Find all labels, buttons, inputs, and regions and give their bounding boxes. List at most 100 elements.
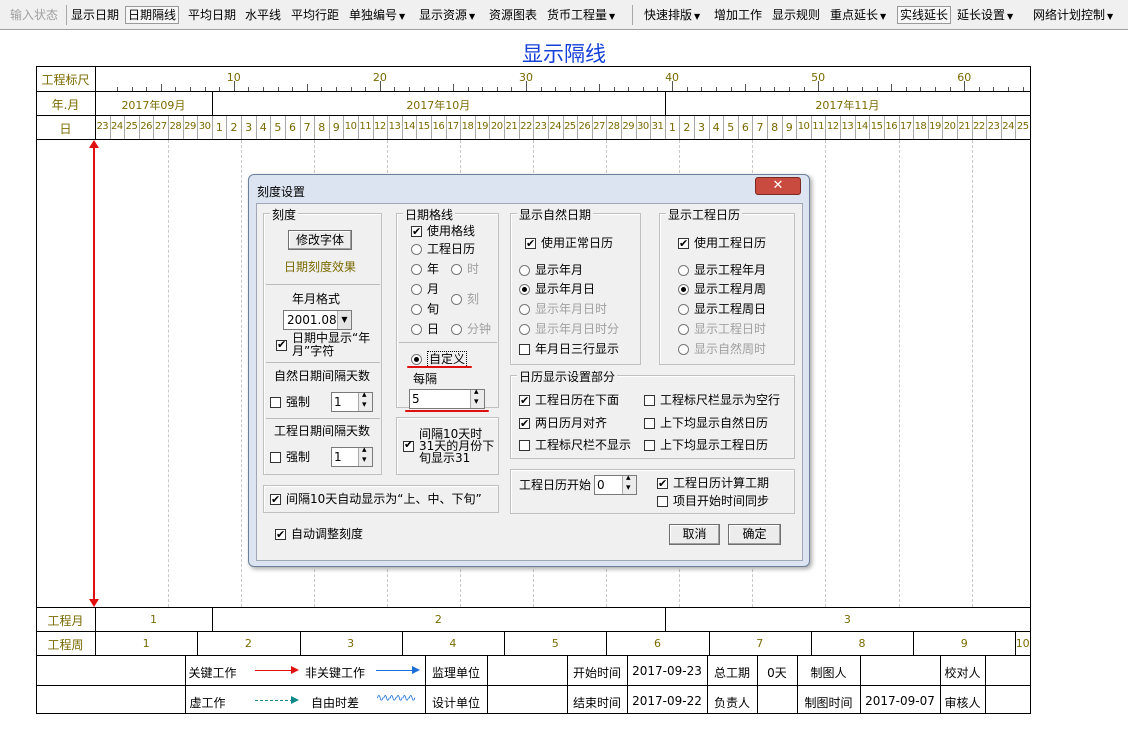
show-eng-yw-radio[interactable]: 显示工程月周	[678, 282, 766, 297]
ruler-minor-tick	[730, 87, 732, 91]
chevron-down-icon: ▼	[399, 12, 406, 21]
use-normal-cal-checkbox[interactable]: 使用正常日历	[525, 236, 613, 251]
ok-button[interactable]: 确定	[728, 524, 781, 545]
average-row-spacing-button[interactable]: 平均行距	[291, 6, 339, 24]
both-natural-checkbox[interactable]: 上下均显示自然日历	[644, 416, 768, 431]
show-ymd-radio[interactable]: 显示年月日	[519, 282, 595, 297]
ruler-minor-tick	[525, 81, 527, 91]
day-divider	[387, 116, 389, 139]
grid-minute-radio[interactable]: 分钟	[451, 322, 491, 337]
checkbox-icon	[403, 439, 414, 452]
single-number-button[interactable]: 单独编号 ▼	[349, 6, 405, 24]
ruler-minor-tick	[482, 87, 484, 91]
ruler-minor-tick	[467, 87, 469, 91]
eng-below-checkbox[interactable]: 工程日历在下面	[519, 393, 619, 408]
show-ymdh-radio[interactable]: 显示年月日时	[519, 302, 607, 317]
day-divider	[737, 116, 739, 139]
ruler-blank-checkbox[interactable]: 工程标尺栏显示为空行	[644, 393, 780, 408]
day-tick: 19	[476, 121, 489, 132]
horizontal-line-button[interactable]: 水平线	[245, 6, 281, 24]
eng-week-label: 6	[653, 637, 661, 650]
natural-force-checkbox[interactable]: 强制	[270, 395, 310, 410]
day-tick: 29	[184, 121, 196, 132]
auto-adjust-label: 自动调整刻度	[291, 527, 364, 541]
grid-xun-radio[interactable]: 旬	[411, 302, 439, 317]
date-gridline-button[interactable]: 日期隔线	[125, 6, 180, 24]
show-rules-button[interactable]: 显示规则	[772, 6, 820, 24]
day-tick: 2	[230, 121, 238, 134]
show-ym-text-checkbox[interactable]: 日期中显示“年月”字符	[276, 332, 376, 358]
modify-font-button[interactable]: 修改字体	[288, 230, 352, 250]
ruler-minor-tick	[759, 87, 761, 91]
day-tick: 18	[461, 121, 474, 132]
eng-start-stepper[interactable]: 0	[594, 473, 637, 495]
radio-icon	[411, 244, 422, 255]
interval31-checkbox[interactable]: 间隔10天时31天的月份下旬显示31	[403, 428, 497, 464]
cancel-button[interactable]: 取消	[669, 524, 720, 545]
use-eng-cal-checkbox[interactable]: 使用工程日历	[678, 236, 766, 251]
grid-day-radio[interactable]: 日	[411, 322, 439, 337]
show-ymdhm-radio[interactable]: 显示年月日时分	[519, 322, 619, 337]
show-ym-radio[interactable]: 显示年月	[519, 263, 583, 278]
show-eng-dh-label: 显示工程日时	[694, 322, 767, 336]
sync-start-checkbox[interactable]: 项目开始时间同步	[657, 494, 769, 509]
grid-year-radio[interactable]: 年	[411, 262, 439, 277]
key-extend-button[interactable]: 重点延长 ▼	[830, 6, 886, 24]
every-stepper[interactable]: 5	[409, 387, 485, 409]
ruler-minor-tick	[861, 87, 863, 91]
both-eng-checkbox[interactable]: 上下均显示工程日历	[644, 438, 768, 453]
show-date-button[interactable]: 显示日期	[71, 6, 119, 24]
ruler-minor-tick	[306, 84, 308, 91]
day-divider	[124, 116, 126, 139]
row-label-month: 年.月	[51, 98, 80, 112]
radio-icon	[678, 265, 689, 276]
stepper-arrows-icon[interactable]	[622, 473, 636, 494]
grid-quarter-radio[interactable]: 刻	[451, 292, 479, 307]
auto-adjust-checkbox[interactable]: 自动调整刻度	[275, 527, 363, 542]
eng-force-checkbox[interactable]: 强制	[270, 450, 310, 465]
xun-auto-checkbox[interactable]: 间隔10天自动显示为“上、中、下旬”	[270, 492, 482, 507]
calc-period-checkbox[interactable]: 工程日历计算工期	[657, 476, 769, 491]
close-button[interactable]: ✕	[755, 177, 801, 195]
date-gridline	[971, 140, 973, 607]
natural-interval-stepper[interactable]: 1	[331, 390, 373, 412]
resource-chart-button[interactable]: 资源图表	[489, 6, 537, 24]
three-rows-checkbox[interactable]: 年月日三行显示	[519, 342, 619, 357]
quick-layout-button[interactable]: 快速排版 ▼	[644, 6, 700, 24]
ruler-minor-tick	[1008, 87, 1010, 91]
grid-hour-radio[interactable]: 时	[451, 262, 479, 277]
radio-icon	[411, 284, 422, 295]
stepper-arrows-icon[interactable]	[358, 390, 372, 411]
solid-extend-button[interactable]: 实线延长	[897, 6, 952, 24]
eng-week-divider	[1015, 632, 1017, 655]
day-divider	[1015, 116, 1017, 139]
show-eng-dh-radio[interactable]: 显示工程日时	[678, 322, 766, 337]
show-eng-wd-radio[interactable]: 显示工程周日	[678, 302, 766, 317]
arrow-down-icon	[89, 599, 99, 607]
grid-eng-cal-radio[interactable]: 工程日历	[411, 242, 475, 257]
grid-month-radio[interactable]: 月	[411, 282, 439, 297]
checkbox-icon	[270, 452, 281, 463]
extend-settings-button[interactable]: 延长设置 ▼	[957, 6, 1013, 24]
ruler-minor-tick	[949, 87, 951, 91]
critical-line-sample	[255, 670, 293, 671]
currency-quantity-button[interactable]: 货币工程量 ▼	[547, 6, 615, 24]
show-nat-wh-radio[interactable]: 显示自然周时	[678, 342, 766, 357]
two-align-label: 两日历月对齐	[535, 416, 608, 430]
show-eng-ym-radio[interactable]: 显示工程年月	[678, 263, 766, 278]
eng-start-label: 工程日历开始	[519, 478, 592, 492]
eng-interval-stepper[interactable]: 1	[331, 445, 373, 467]
day-divider	[577, 116, 579, 139]
input-status-button[interactable]: 输入状态	[10, 6, 58, 24]
network-plan-control-button[interactable]: 网络计划控制 ▼	[1033, 6, 1113, 24]
show-resource-button[interactable]: 显示资源 ▼	[419, 6, 475, 24]
ruler-hide-checkbox[interactable]: 工程标尺栏不显示	[519, 438, 631, 453]
format-select[interactable]: 2001.08 ▼	[283, 310, 352, 330]
stepper-arrows-icon[interactable]	[358, 445, 372, 466]
use-grid-checkbox[interactable]: 使用格线	[411, 224, 475, 239]
average-date-button[interactable]: 平均日期	[188, 6, 236, 24]
stepper-arrows-icon[interactable]	[470, 387, 484, 408]
two-align-checkbox[interactable]: 两日历月对齐	[519, 416, 607, 431]
add-work-button[interactable]: 增加工作	[714, 6, 762, 24]
day-tick: 10	[344, 121, 357, 132]
